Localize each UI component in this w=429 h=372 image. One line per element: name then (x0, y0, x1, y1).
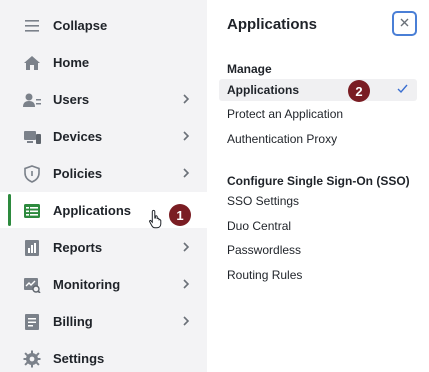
menu-item-duo-central[interactable]: Duo Central (219, 215, 417, 237)
sidebar-item-monitoring[interactable]: Monitoring (0, 266, 207, 302)
sidebar-item-home[interactable]: Home (0, 44, 207, 80)
sidebar-item-label: Monitoring (53, 276, 121, 292)
sidebar-item-label: Home (53, 54, 90, 70)
hamburger-icon (22, 16, 41, 35)
sidebar-item-label: Devices (53, 128, 103, 144)
chevron-right-icon (180, 129, 192, 143)
shield-icon (22, 164, 41, 183)
close-button[interactable] (392, 11, 417, 36)
sidebar-item-label: Applications (53, 202, 132, 218)
home-icon (22, 53, 41, 72)
menu-item-authentication-proxy[interactable]: Authentication Proxy (219, 128, 417, 150)
menu-item-applications[interactable]: Applications (219, 79, 417, 101)
sidebar-nav: Collapse Home Users Devices Policies App… (0, 0, 207, 372)
devices-icon (22, 127, 41, 146)
menu-item-label: SSO Settings (227, 194, 300, 208)
applications-flyout-panel: Applications Manage Applications 2 Prote… (207, 0, 429, 372)
sidebar-item-label: Users (53, 91, 90, 107)
chevron-right-icon (180, 166, 192, 180)
sidebar-item-label: Collapse (53, 17, 108, 33)
section-heading-manage: Manage (227, 62, 272, 76)
sidebar-item-settings[interactable]: Settings (0, 340, 207, 372)
billing-icon (22, 312, 41, 331)
hand-cursor-icon (148, 209, 164, 229)
menu-item-routing-rules[interactable]: Routing Rules (219, 264, 417, 286)
sidebar-item-reports[interactable]: Reports (0, 229, 207, 265)
menu-item-sso-settings[interactable]: SSO Settings (219, 190, 417, 212)
menu-item-label: Passwordless (227, 243, 302, 257)
applications-icon (22, 201, 41, 220)
step-badge-2: 2 (348, 80, 370, 102)
menu-item-label: Authentication Proxy (227, 132, 338, 146)
chevron-right-icon (180, 314, 192, 328)
chevron-right-icon (180, 92, 192, 106)
step-badge-1: 1 (169, 204, 191, 226)
sidebar-item-policies[interactable]: Policies (0, 155, 207, 191)
sidebar-item-devices[interactable]: Devices (0, 118, 207, 154)
menu-item-label: Routing Rules (227, 268, 303, 282)
checkmark-icon (396, 83, 409, 98)
sidebar-item-users[interactable]: Users (0, 81, 207, 117)
sidebar-item-collapse[interactable]: Collapse (0, 7, 207, 43)
sidebar-item-label: Settings (53, 350, 105, 366)
sidebar-item-label: Policies (53, 165, 103, 181)
gear-icon (22, 349, 41, 368)
close-icon (399, 15, 410, 33)
chevron-right-icon (180, 277, 192, 291)
monitoring-icon (22, 275, 41, 294)
menu-item-label: Duo Central (227, 219, 292, 233)
sidebar-item-label: Reports (53, 239, 103, 255)
menu-item-label: Protect an Application (227, 107, 344, 121)
menu-item-protect-application[interactable]: Protect an Application (219, 103, 417, 125)
sidebar-item-billing[interactable]: Billing (0, 303, 207, 339)
chevron-right-icon (180, 240, 192, 254)
section-heading-configure-sso: Configure Single Sign-On (SSO) (227, 174, 410, 188)
reports-icon (22, 238, 41, 257)
sidebar-item-label: Billing (53, 313, 93, 329)
users-icon (22, 90, 41, 109)
menu-item-passwordless[interactable]: Passwordless (219, 239, 417, 261)
panel-title: Applications (227, 16, 318, 33)
menu-item-label: Applications (227, 83, 300, 97)
